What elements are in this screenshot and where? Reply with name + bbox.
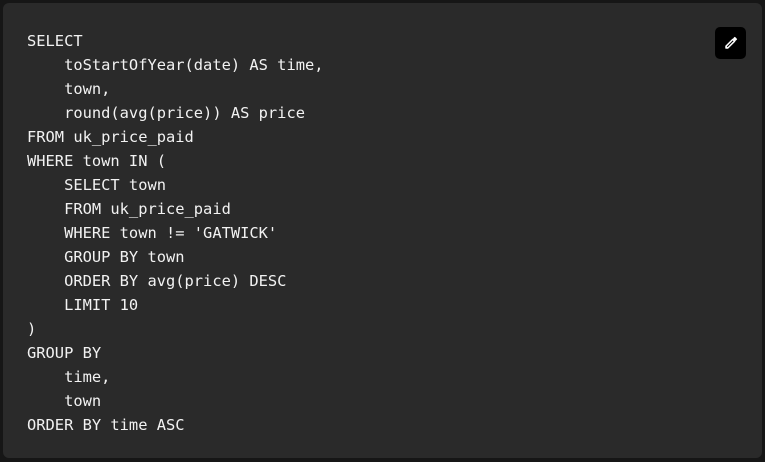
code-line: WHERE town != 'GATWICK' <box>27 224 278 242</box>
code-line: FROM uk_price_paid <box>27 128 194 146</box>
pencil-icon <box>724 36 737 49</box>
code-line: ORDER BY avg(price) DESC <box>27 272 287 290</box>
code-line: FROM uk_price_paid <box>27 200 231 218</box>
code-line: round(avg(price)) AS price <box>27 104 305 122</box>
code-line: LIMIT 10 <box>27 296 139 314</box>
code-line: SELECT town <box>27 176 166 194</box>
sql-code-block: SELECT toStartOfYear(date) AS time, town… <box>27 29 324 437</box>
code-line: WHERE town IN ( <box>27 152 166 170</box>
code-card: SELECT toStartOfYear(date) AS time, town… <box>3 3 762 458</box>
code-line: ) <box>27 320 37 338</box>
code-line: GROUP BY town <box>27 248 185 266</box>
code-line: time, <box>27 368 111 386</box>
code-line: toStartOfYear(date) AS time, <box>27 56 324 74</box>
code-line: town <box>27 392 102 410</box>
code-line: GROUP BY <box>27 344 102 362</box>
code-line: town, <box>27 80 111 98</box>
edit-code-button[interactable] <box>715 27 746 59</box>
code-line: ORDER BY time ASC <box>27 416 185 434</box>
code-line: SELECT <box>27 32 83 50</box>
